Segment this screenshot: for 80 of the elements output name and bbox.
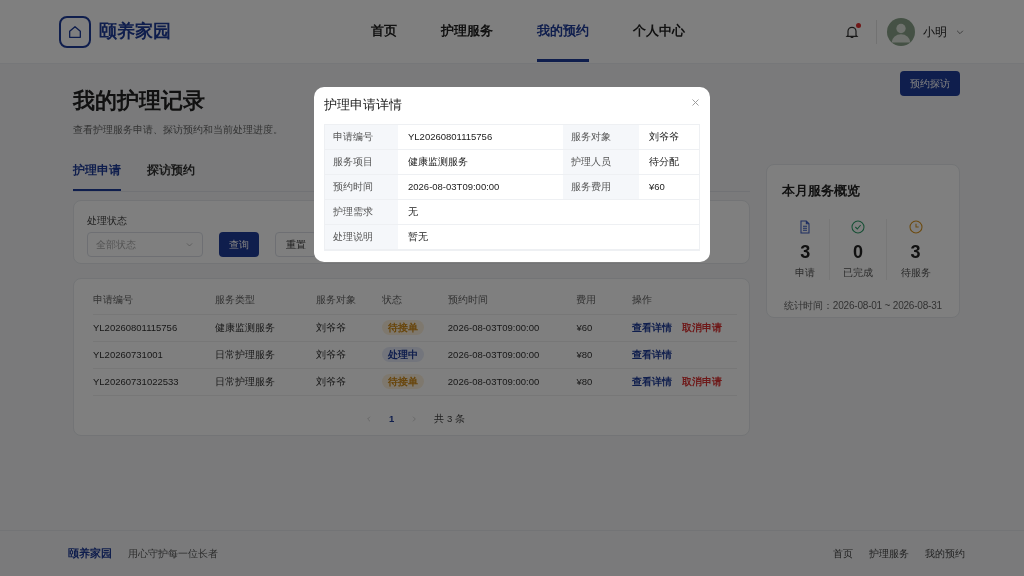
book-visit-button[interactable]: 预约探访 bbox=[900, 71, 960, 96]
avatar-icon bbox=[887, 17, 915, 46]
notification-button[interactable] bbox=[844, 23, 860, 40]
detail-label: 护理需求 bbox=[325, 199, 398, 225]
tab[interactable]: 探访预约 bbox=[147, 161, 195, 192]
stat-value: 0 bbox=[852, 242, 863, 261]
stat-label: 已完成 bbox=[842, 265, 873, 280]
detail-label: 服务对象 bbox=[563, 124, 639, 150]
detail-value: ¥60 bbox=[639, 174, 699, 200]
nav-link[interactable]: 我的预约 bbox=[536, 1, 589, 62]
brand-name[interactable]: 颐养家园 bbox=[99, 18, 171, 45]
detail-label: 护理人员 bbox=[563, 149, 639, 175]
query-button[interactable]: 查询 bbox=[219, 232, 259, 258]
filter-label: 处理状态 bbox=[87, 214, 127, 229]
table-cell: 刘爷爷 bbox=[316, 368, 382, 396]
table-cell: 刘爷爷 bbox=[316, 314, 382, 342]
table-cell: 日常护理服务 bbox=[214, 368, 317, 396]
status-tag: 待接单 bbox=[381, 374, 424, 389]
view-details-link[interactable]: 查看详情 bbox=[631, 349, 672, 360]
detail-label: 服务项目 bbox=[325, 149, 398, 175]
user-name[interactable]: 小明 bbox=[923, 22, 947, 41]
detail-label: 处理说明 bbox=[325, 224, 398, 250]
table-cell: 2026-08-03T09:00:00 bbox=[447, 341, 577, 369]
check-circle-icon bbox=[849, 218, 866, 235]
detail-value: 无 bbox=[398, 199, 699, 225]
footer-link[interactable]: 我的预约 bbox=[925, 546, 965, 561]
close-icon bbox=[691, 98, 700, 107]
table-cell: ¥80 bbox=[576, 368, 632, 396]
column-header: 费用 bbox=[576, 285, 632, 315]
nav-link[interactable]: 首页 bbox=[370, 1, 397, 62]
table-cell: YL20260731022533 bbox=[93, 368, 215, 396]
footer-brand: 颐养家园 bbox=[68, 545, 112, 561]
stat-label: 待服务 bbox=[900, 265, 931, 280]
table-cell: YL20260801115756 bbox=[93, 314, 215, 342]
column-header: 操作 bbox=[631, 285, 737, 315]
stat-value: 3 bbox=[800, 242, 811, 261]
stats-period: 统计时间：2026-08-01 ~ 2026-08-31 bbox=[782, 298, 943, 313]
logo-icon[interactable] bbox=[59, 15, 91, 48]
page-number[interactable]: 1 bbox=[388, 411, 395, 426]
table-cell: 2026-08-03T09:00:00 bbox=[447, 314, 577, 342]
table-cell: 刘爷爷 bbox=[316, 341, 382, 369]
total-count: 共 3 条 bbox=[434, 411, 465, 426]
column-header: 服务对象 bbox=[316, 285, 382, 315]
status-tag: 待接单 bbox=[381, 320, 424, 335]
house-icon bbox=[67, 23, 83, 40]
column-header: 服务类型 bbox=[214, 285, 317, 315]
detail-label: 申请编号 bbox=[325, 124, 398, 150]
table-cell: 日常护理服务 bbox=[214, 341, 317, 369]
detail-label: 服务费用 bbox=[563, 174, 639, 200]
view-details-link[interactable]: 查看详情 bbox=[631, 376, 672, 387]
summary-title: 本月服务概览 bbox=[781, 182, 861, 200]
footer-link[interactable]: 护理服务 bbox=[869, 546, 909, 561]
tab[interactable]: 护理申请 bbox=[73, 161, 121, 192]
column-header: 申请编号 bbox=[93, 285, 215, 315]
reset-button[interactable]: 重置 bbox=[275, 232, 317, 258]
cancel-link[interactable]: 取消申请 bbox=[681, 322, 722, 333]
detail-value: 暂无 bbox=[398, 224, 699, 250]
close-button[interactable] bbox=[691, 98, 700, 107]
modal-title: 护理申请详情 bbox=[324, 97, 402, 114]
table-cell: ¥80 bbox=[576, 341, 632, 369]
footer-link[interactable]: 首页 bbox=[833, 546, 853, 561]
nav-link[interactable]: 护理服务 bbox=[440, 1, 493, 62]
view-details-link[interactable]: 查看详情 bbox=[631, 322, 672, 333]
detail-label: 预约时间 bbox=[325, 174, 398, 200]
cancel-link[interactable]: 取消申请 bbox=[681, 376, 722, 387]
detail-value: 待分配 bbox=[639, 149, 699, 175]
page-title: 我的护理记录 bbox=[73, 88, 205, 115]
detail-value: 刘爷爷 bbox=[639, 124, 699, 150]
clock-icon bbox=[907, 218, 924, 235]
status-tag: 处理中 bbox=[381, 347, 424, 362]
nav-link[interactable]: 个人中心 bbox=[632, 1, 685, 62]
stat-label: 申请 bbox=[795, 265, 816, 280]
table-cell: 健康监测服务 bbox=[214, 314, 317, 342]
column-header: 预约时间 bbox=[447, 285, 577, 315]
page-subtitle: 查看护理服务申请、探访预约和当前处理进度。 bbox=[73, 123, 283, 138]
stat-value: 3 bbox=[910, 242, 921, 261]
table-cell: YL20260731001 bbox=[93, 341, 215, 369]
table-cell: 2026-08-03T09:00:00 bbox=[447, 368, 577, 396]
table-cell: ¥60 bbox=[576, 314, 632, 342]
column-header: 状态 bbox=[381, 285, 448, 315]
